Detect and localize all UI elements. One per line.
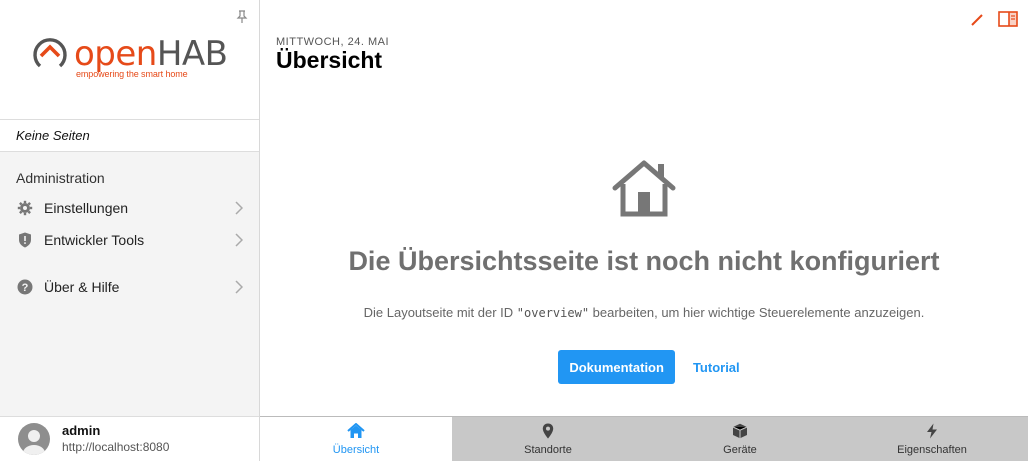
main-content: MITTWOCH, 24. MAI Übersicht Die Übersich… bbox=[260, 0, 1028, 416]
tab-uebersicht[interactable]: Übersicht bbox=[260, 417, 452, 461]
section-title-administration: Administration bbox=[16, 170, 105, 186]
home-icon bbox=[260, 158, 1028, 218]
no-pages-label: Keine Seiten bbox=[0, 120, 259, 152]
page-title: Übersicht bbox=[276, 47, 383, 73]
top-actions bbox=[968, 10, 1018, 28]
tab-label: Geräte bbox=[723, 444, 757, 456]
cube-icon bbox=[732, 422, 748, 440]
user-profile[interactable]: admin http://localhost:8080 bbox=[0, 416, 259, 461]
tab-geraete[interactable]: Geräte bbox=[644, 417, 836, 461]
tab-label: Übersicht bbox=[332, 444, 380, 456]
sidebar-item-ueber-hilfe[interactable]: ? Über & Hilfe bbox=[0, 271, 259, 303]
chevron-right-icon bbox=[235, 233, 244, 247]
bottom-tabbar: Übersicht Standorte Geräte Eigenschaften bbox=[260, 416, 1028, 461]
svg-text:?: ? bbox=[22, 282, 29, 294]
tab-eigenschaften[interactable]: Eigenschaften bbox=[836, 417, 1028, 461]
sidebar-toggle-icon[interactable] bbox=[998, 10, 1018, 28]
logo-brand-open: open bbox=[74, 34, 157, 74]
openhab-logo[interactable]: openHAB empowering the smart home bbox=[32, 34, 228, 79]
gear-icon bbox=[16, 199, 34, 217]
sidebar-item-label: Über & Hilfe bbox=[44, 279, 120, 295]
chevron-right-icon bbox=[235, 201, 244, 215]
sidebar-item-label: Einstellungen bbox=[44, 200, 129, 216]
tab-label: Standorte bbox=[524, 444, 572, 456]
sidebar-item-label: Entwickler Tools bbox=[44, 232, 145, 248]
documentation-button[interactable]: Dokumentation bbox=[558, 350, 675, 384]
sidebar-item-entwickler-tools[interactable]: Entwickler Tools bbox=[0, 224, 259, 256]
sidebar: openHAB empowering the smart home Keine … bbox=[0, 0, 260, 461]
help-icon: ? bbox=[16, 278, 34, 296]
chevron-right-icon bbox=[235, 280, 244, 294]
empty-state-title: Die Übersichtsseite ist noch nicht konfi… bbox=[348, 246, 940, 276]
openhab-logo-icon bbox=[33, 38, 67, 68]
location-pin-icon bbox=[542, 422, 554, 440]
pin-icon[interactable] bbox=[236, 10, 250, 24]
empty-state: Die Übersichtsseite ist noch nicht konfi… bbox=[260, 158, 1028, 384]
empty-state-description: Die Layoutseite mit der ID "overview" be… bbox=[363, 305, 925, 320]
lightning-icon bbox=[926, 422, 938, 440]
logo-tagline: empowering the smart home bbox=[76, 69, 188, 79]
logo-brand-hab: HAB bbox=[156, 34, 228, 74]
tab-standorte[interactable]: Standorte bbox=[452, 417, 644, 461]
sidebar-header: openHAB empowering the smart home bbox=[0, 0, 259, 120]
home-icon bbox=[347, 422, 365, 440]
tutorial-link[interactable]: Tutorial bbox=[693, 360, 740, 375]
tab-label: Eigenschaften bbox=[897, 444, 967, 456]
edit-icon[interactable] bbox=[968, 10, 986, 28]
sidebar-item-einstellungen[interactable]: Einstellungen bbox=[0, 192, 259, 224]
shield-icon bbox=[16, 231, 34, 249]
layout-id-code: "overview" bbox=[516, 306, 590, 320]
avatar bbox=[18, 423, 50, 455]
user-name: admin bbox=[62, 423, 101, 438]
server-url: http://localhost:8080 bbox=[62, 440, 170, 454]
